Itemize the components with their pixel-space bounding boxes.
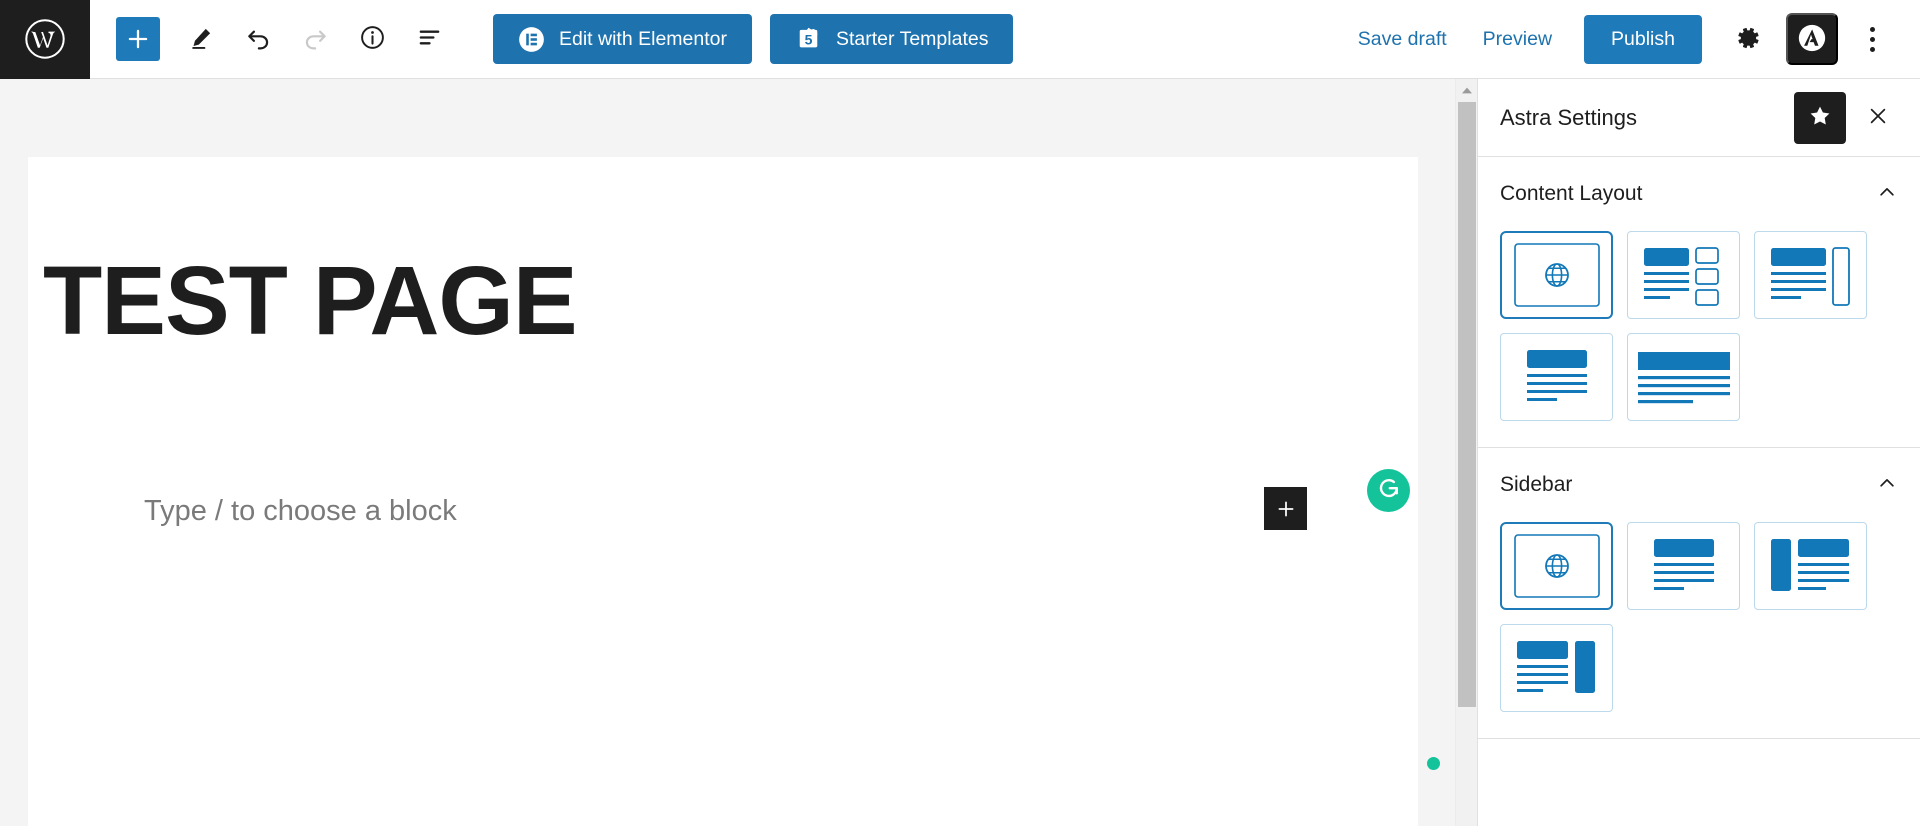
option-layout-narrow-width[interactable] [1627,231,1740,319]
undo-icon [244,23,273,55]
close-panel-button[interactable] [1858,98,1898,138]
scrollbar-up-arrow[interactable] [1456,79,1478,101]
section-sidebar: Sidebar [1478,448,1920,739]
star-icon [1808,104,1832,131]
option-sidebar-right-sidebar[interactable] [1500,624,1613,712]
grammarly-icon [1374,473,1404,508]
empty-block-placeholder[interactable]: Type / to choose a block [144,495,457,528]
panel-title: Astra Settings [1500,104,1637,130]
section-title: Content Layout [1500,182,1643,205]
starter-templates-button[interactable]: 5 Starter Templates [770,14,1014,64]
starter-templates-icon: 5 [795,26,822,53]
editor-canvas-area: TEST PAGE Type / to choose a block [0,79,1455,826]
scrollbar-thumb[interactable] [1458,102,1476,707]
undo-button[interactable] [230,11,287,68]
pin-panel-button[interactable] [1794,91,1846,144]
svg-text:5: 5 [805,31,813,47]
kebab-menu-icon [1869,46,1875,52]
post-editor-canvas[interactable]: TEST PAGE Type / to choose a block [28,157,1440,826]
block-inserter-button[interactable] [1264,487,1307,530]
section-sidebar-header[interactable]: Sidebar [1478,448,1920,522]
wordpress-logo-icon [23,17,67,61]
toolbar-right-actions: Save draft Preview Publish [1340,11,1920,67]
astra-settings-panel: Astra Settings Content Layout Sidebar [1477,79,1920,826]
kebab-menu-icon [1869,26,1875,32]
details-button[interactable] [344,11,401,68]
starter-templates-label: Starter Templates [836,27,989,50]
wordpress-logo-button[interactable] [0,0,90,79]
section-content-layout: Content Layout [1478,157,1920,448]
publish-button[interactable]: Publish [1584,14,1702,64]
gear-icon [1734,24,1762,55]
astra-settings-button[interactable] [1786,13,1838,65]
post-title[interactable]: TEST PAGE [43,252,578,349]
toolbar-left-tools [90,11,458,68]
pencil-icon [188,24,215,54]
list-view-button[interactable] [401,11,458,68]
editor-scrollbar[interactable] [1455,79,1477,826]
option-layout-full-width-contained[interactable] [1500,333,1613,421]
more-options-button[interactable] [1846,11,1898,67]
option-sidebar-left-sidebar[interactable] [1754,522,1867,610]
sidebar-options [1478,522,1920,712]
redo-button[interactable] [287,11,344,68]
preview-button[interactable]: Preview [1465,18,1570,61]
section-content-layout-header[interactable]: Content Layout [1478,157,1920,231]
list-view-icon [415,23,444,55]
add-block-button[interactable] [116,17,160,61]
section-title: Sidebar [1500,473,1573,496]
option-sidebar-default[interactable] [1500,522,1613,610]
close-icon [1866,104,1890,131]
option-layout-default[interactable] [1500,231,1613,319]
option-sidebar-no-sidebar[interactable] [1627,522,1740,610]
content-layout-options [1478,231,1920,421]
chevron-up-icon [1876,472,1898,499]
panel-header-actions [1794,91,1898,144]
info-icon [358,23,387,55]
presence-status-dot [1427,757,1440,770]
settings-button[interactable] [1720,11,1776,67]
toolbar-plugin-buttons: Edit with Elementor 5 Starter Templates [493,14,1014,64]
edit-with-elementor-label: Edit with Elementor [559,27,727,50]
elementor-icon [518,26,545,53]
editor-top-toolbar: Edit with Elementor 5 Starter Templates … [0,0,1920,79]
edit-mode-button[interactable] [173,11,230,68]
option-layout-full-width-stretched[interactable] [1627,333,1740,421]
kebab-menu-icon [1869,36,1875,42]
chevron-up-icon [1876,181,1898,208]
save-draft-button[interactable]: Save draft [1340,18,1465,61]
option-layout-normal-width[interactable] [1754,231,1867,319]
panel-header: Astra Settings [1478,79,1920,157]
astra-logo-icon [1795,21,1829,58]
redo-icon [301,23,330,55]
edit-with-elementor-button[interactable]: Edit with Elementor [493,14,752,64]
grammarly-button[interactable] [1367,469,1410,512]
